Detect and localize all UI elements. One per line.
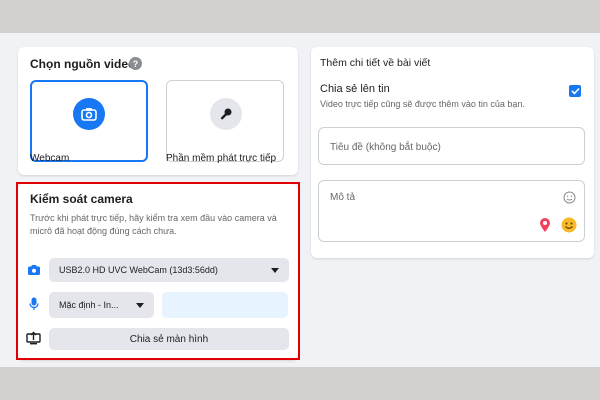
source-option-streaming-software[interactable] [166,80,284,162]
camera-row-icon [27,263,41,281]
camera-select-value: USB2.0 HD UVC WebCam (13d3:56dd) [59,265,218,275]
camera-control-description: Trước khi phát trực tiếp, hãy kiểm tra x… [30,213,277,236]
location-pin-icon[interactable] [539,217,551,238]
feeling-emoji-icon[interactable] [561,217,577,238]
camera-select[interactable]: USB2.0 HD UVC WebCam (13d3:56dd) [49,258,289,282]
camera-icon [73,98,105,130]
camera-control-title: Kiểm soát camera [30,192,133,206]
post-details-title: Thêm chi tiết về bài viết [320,57,431,69]
description-placeholder: Mô tả [330,192,356,203]
share-story-label: Chia sẻ lên tin [320,83,390,95]
checkmark-icon [570,87,580,95]
microphone-select-value: Mặc định - In... [59,300,119,310]
chevron-down-icon [271,267,279,273]
title-placeholder: Tiêu đề (không bắt buộc) [330,142,441,153]
help-icon[interactable]: ? [129,57,142,70]
source-option-webcam[interactable] [30,80,148,162]
share-story-checkbox[interactable] [569,85,581,97]
microphone-level-meter [162,292,288,318]
video-source-title: Chọn nguồn video [30,57,136,71]
key-icon [210,98,242,130]
share-story-description: Video trực tiếp cũng sẽ được thêm vào ti… [320,99,525,109]
share-screen-button[interactable]: Chia sẻ màn hình [49,328,289,350]
microphone-select[interactable]: Mặc định - In... [49,292,154,318]
chevron-down-icon [136,302,144,308]
microphone-icon [29,297,39,316]
source-label-software: Phần mềm phát trực tiếp [166,153,277,164]
source-label-webcam: Webcam [30,153,70,164]
emoji-outline-icon[interactable] [563,191,576,209]
screen-share-icon [26,331,41,350]
